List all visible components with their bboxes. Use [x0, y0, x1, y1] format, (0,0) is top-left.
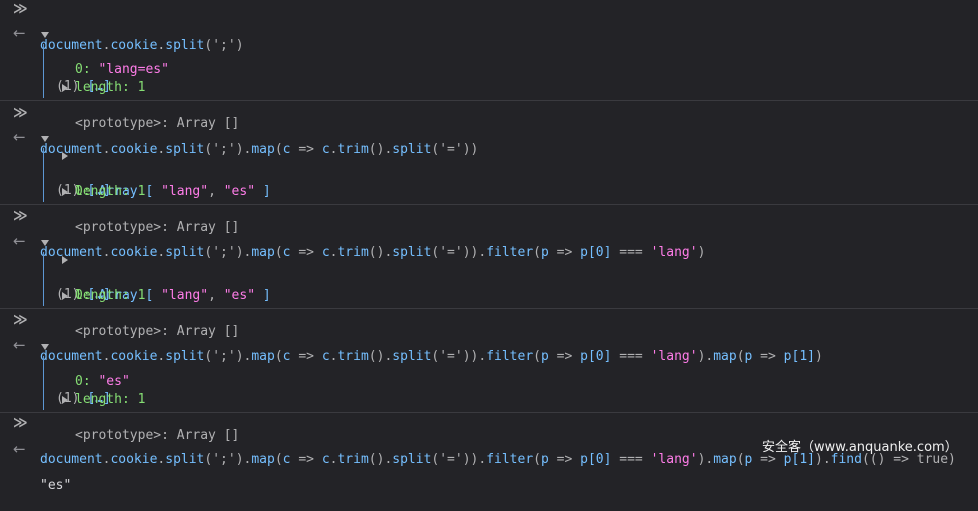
arrow-left-icon: ← [13, 128, 26, 146]
expand-caret-icon[interactable] [41, 344, 49, 350]
entry-separator [0, 412, 978, 413]
arrow-left-icon: ← [13, 232, 26, 250]
chevron-double-right-icon: ≫ [13, 312, 28, 328]
console-input-row[interactable]: ≫ document.cookie.split(';').map(c => c.… [0, 105, 978, 157]
expand-caret-icon[interactable] [41, 136, 49, 142]
result-value: "es" [40, 477, 72, 493]
console-input-row[interactable]: ≫ document.cookie.split(';') [0, 1, 978, 53]
arrow-left-icon: ← [13, 336, 26, 354]
console-input-row[interactable]: ≫ document.cookie.split(';').map(c => c.… [0, 312, 978, 364]
watermark: 安全客（www.anquanke.com） [762, 440, 958, 455]
chevron-double-right-icon: ≫ [13, 208, 28, 224]
console-input-row[interactable]: ≫ document.cookie.split(';').map(c => c.… [0, 415, 978, 467]
chevron-double-right-icon: ≫ [13, 105, 28, 121]
entry-separator [0, 204, 978, 205]
arrow-left-icon: ← [13, 440, 26, 458]
chevron-double-right-icon: ≫ [13, 415, 28, 431]
arrow-left-icon: ← [13, 24, 26, 42]
entry-separator [0, 100, 978, 101]
collapse-caret-icon[interactable] [62, 152, 68, 160]
collapse-caret-icon[interactable] [62, 256, 68, 264]
entry-separator [0, 308, 978, 309]
collapse-caret-icon[interactable] [62, 84, 68, 92]
chevron-double-right-icon: ≫ [13, 1, 28, 17]
console-input-row[interactable]: ≫ document.cookie.split(';').map(c => c.… [0, 208, 978, 260]
console-output: ≫ document.cookie.split(';') ← (1) […] 0… [0, 0, 978, 493]
collapse-caret-icon[interactable] [62, 292, 68, 300]
expand-caret-icon[interactable] [41, 240, 49, 246]
collapse-caret-icon[interactable] [62, 188, 68, 196]
expand-caret-icon[interactable] [41, 32, 49, 38]
collapse-caret-icon[interactable] [62, 396, 68, 404]
